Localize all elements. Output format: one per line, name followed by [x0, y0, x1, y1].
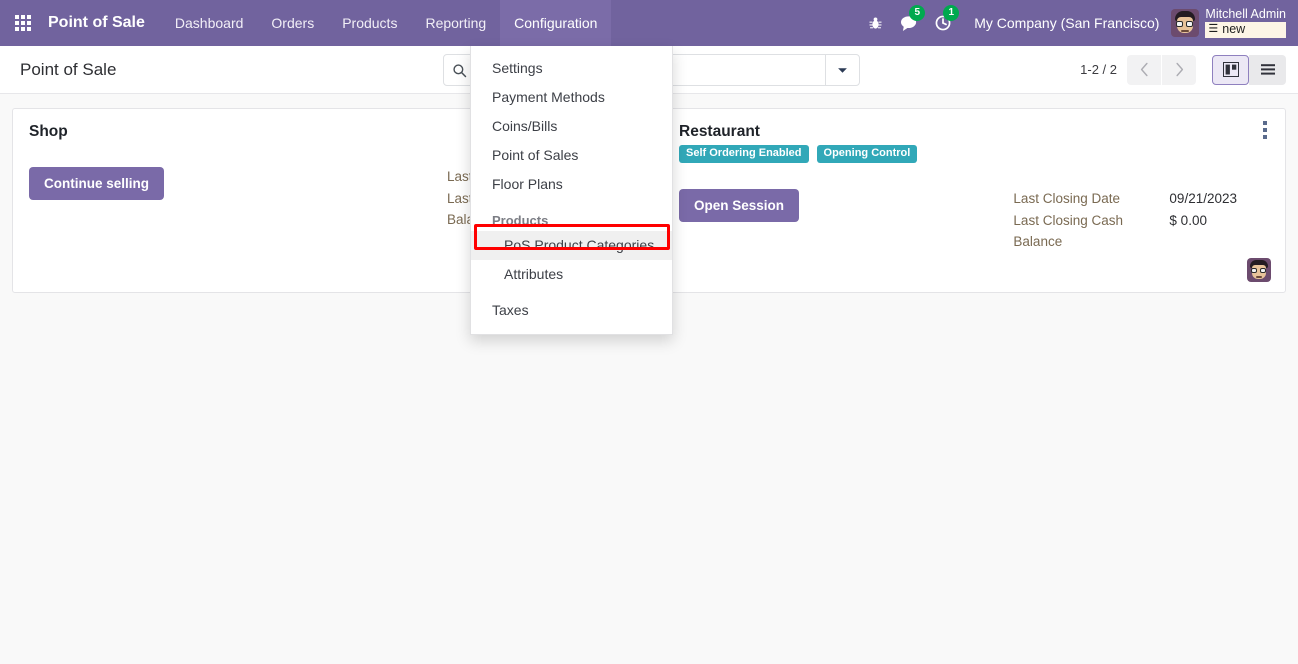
nav-item-dashboard[interactable]: Dashboard — [161, 0, 258, 46]
database-icon: ☰ — [1208, 23, 1219, 36]
list-view-icon — [1260, 63, 1275, 75]
menu-item-pos-product-categories[interactable]: PoS Product Categories — [471, 231, 672, 260]
card-body: Open Session Last Closing Date 09/21/202… — [679, 189, 1269, 253]
view-button-list[interactable] — [1249, 54, 1286, 85]
messages-button[interactable]: 5 — [892, 0, 926, 46]
view-button-kanban[interactable] — [1212, 54, 1249, 85]
activities-button[interactable]: 1 — [926, 0, 960, 46]
user-name-label: Mitchell Admin — [1205, 6, 1286, 21]
menu-item-point-of-sales[interactable]: Point of Sales — [471, 141, 672, 170]
top-navbar: Point of Sale Dashboard Orders Products … — [0, 0, 1298, 46]
avatar — [1171, 9, 1200, 37]
company-switcher[interactable]: My Company (San Francisco) — [960, 15, 1171, 31]
control-panel-right: 1-2 / 2 — [1080, 54, 1286, 85]
kanban-view-icon — [1222, 62, 1239, 77]
nav-item-reporting[interactable]: Reporting — [411, 0, 500, 46]
bug-icon — [869, 17, 882, 29]
status-badge-opening-control: Opening Control — [816, 145, 918, 163]
messages-badge: 5 — [909, 5, 926, 21]
pager-buttons — [1127, 54, 1196, 85]
menu-item-payment-methods[interactable]: Payment Methods — [471, 83, 672, 112]
card-stats: Last Closing Date 09/21/2023 Last Closin… — [1013, 189, 1269, 253]
database-name: new — [1222, 22, 1246, 36]
menu-section-products: Products — [492, 213, 549, 228]
nav-item-products[interactable]: Products — [328, 0, 411, 46]
chevron-down-icon — [838, 67, 847, 73]
menu-item-taxes[interactable]: Taxes — [471, 296, 672, 325]
stat-label-last-closing-cash-balance: Last Closing Cash Balance — [1013, 212, 1123, 249]
menu-item-attributes[interactable]: Attributes — [471, 260, 672, 289]
search-dropdown-toggle[interactable] — [825, 55, 859, 85]
pager-next-button[interactable] — [1162, 54, 1196, 85]
view-switcher — [1212, 54, 1286, 85]
nav-item-configuration[interactable]: Configuration — [500, 0, 612, 46]
debug-menu-button[interactable] — [858, 0, 892, 46]
menu-item-settings[interactable]: Settings — [471, 54, 672, 83]
stat-value-last-closing-date: 09/21/2023 — [1169, 191, 1237, 206]
user-menu[interactable]: Mitchell Admin ☰ new — [1171, 6, 1290, 39]
kanban-card-restaurant[interactable]: Restaurant Self Ordering Enabled Opening… — [662, 108, 1286, 293]
apps-menu-button[interactable] — [0, 0, 46, 46]
card-badges: Self Ordering Enabled Opening Control — [679, 145, 1269, 163]
app-brand-name[interactable]: Point of Sale — [46, 0, 161, 46]
pager-value: 1-2 / 2 — [1080, 62, 1117, 77]
database-tag: ☰ new — [1205, 22, 1286, 39]
vertical-dots-icon[interactable] — [1255, 119, 1275, 141]
status-badge-self-ordering: Self Ordering Enabled — [679, 145, 809, 163]
pager-previous-button[interactable] — [1127, 54, 1161, 85]
configuration-dropdown-menu: Settings Payment Methods Coins/Bills Poi… — [470, 46, 673, 335]
stat-value-last-closing-cash-balance: $ 0.00 — [1169, 212, 1207, 228]
continue-selling-button[interactable]: Continue selling — [29, 167, 165, 200]
grid-apps-icon — [15, 15, 31, 31]
card-title: Restaurant — [679, 123, 760, 140]
open-session-button[interactable]: Open Session — [679, 189, 800, 222]
breadcrumb: Point of Sale — [20, 59, 117, 79]
chevron-left-icon — [1140, 62, 1148, 77]
menu-divider — [471, 289, 672, 296]
chevron-right-icon — [1175, 62, 1183, 77]
menu-item-coins-bills[interactable]: Coins/Bills — [471, 112, 672, 141]
navbar-right-group: 5 1 My Company (San Francisco) Mitchell … — [858, 0, 1298, 46]
activities-badge: 1 — [943, 5, 960, 21]
menu-item-floor-plans[interactable]: Floor Plans — [471, 170, 672, 199]
user-info: Mitchell Admin ☰ new — [1205, 6, 1286, 39]
stat-label-last-closing-date: Last Closing Date — [1013, 191, 1120, 206]
user-avatar[interactable] — [1247, 258, 1271, 282]
navbar-left-group: Point of Sale Dashboard Orders Products … — [0, 0, 612, 46]
nav-item-orders[interactable]: Orders — [257, 0, 328, 46]
